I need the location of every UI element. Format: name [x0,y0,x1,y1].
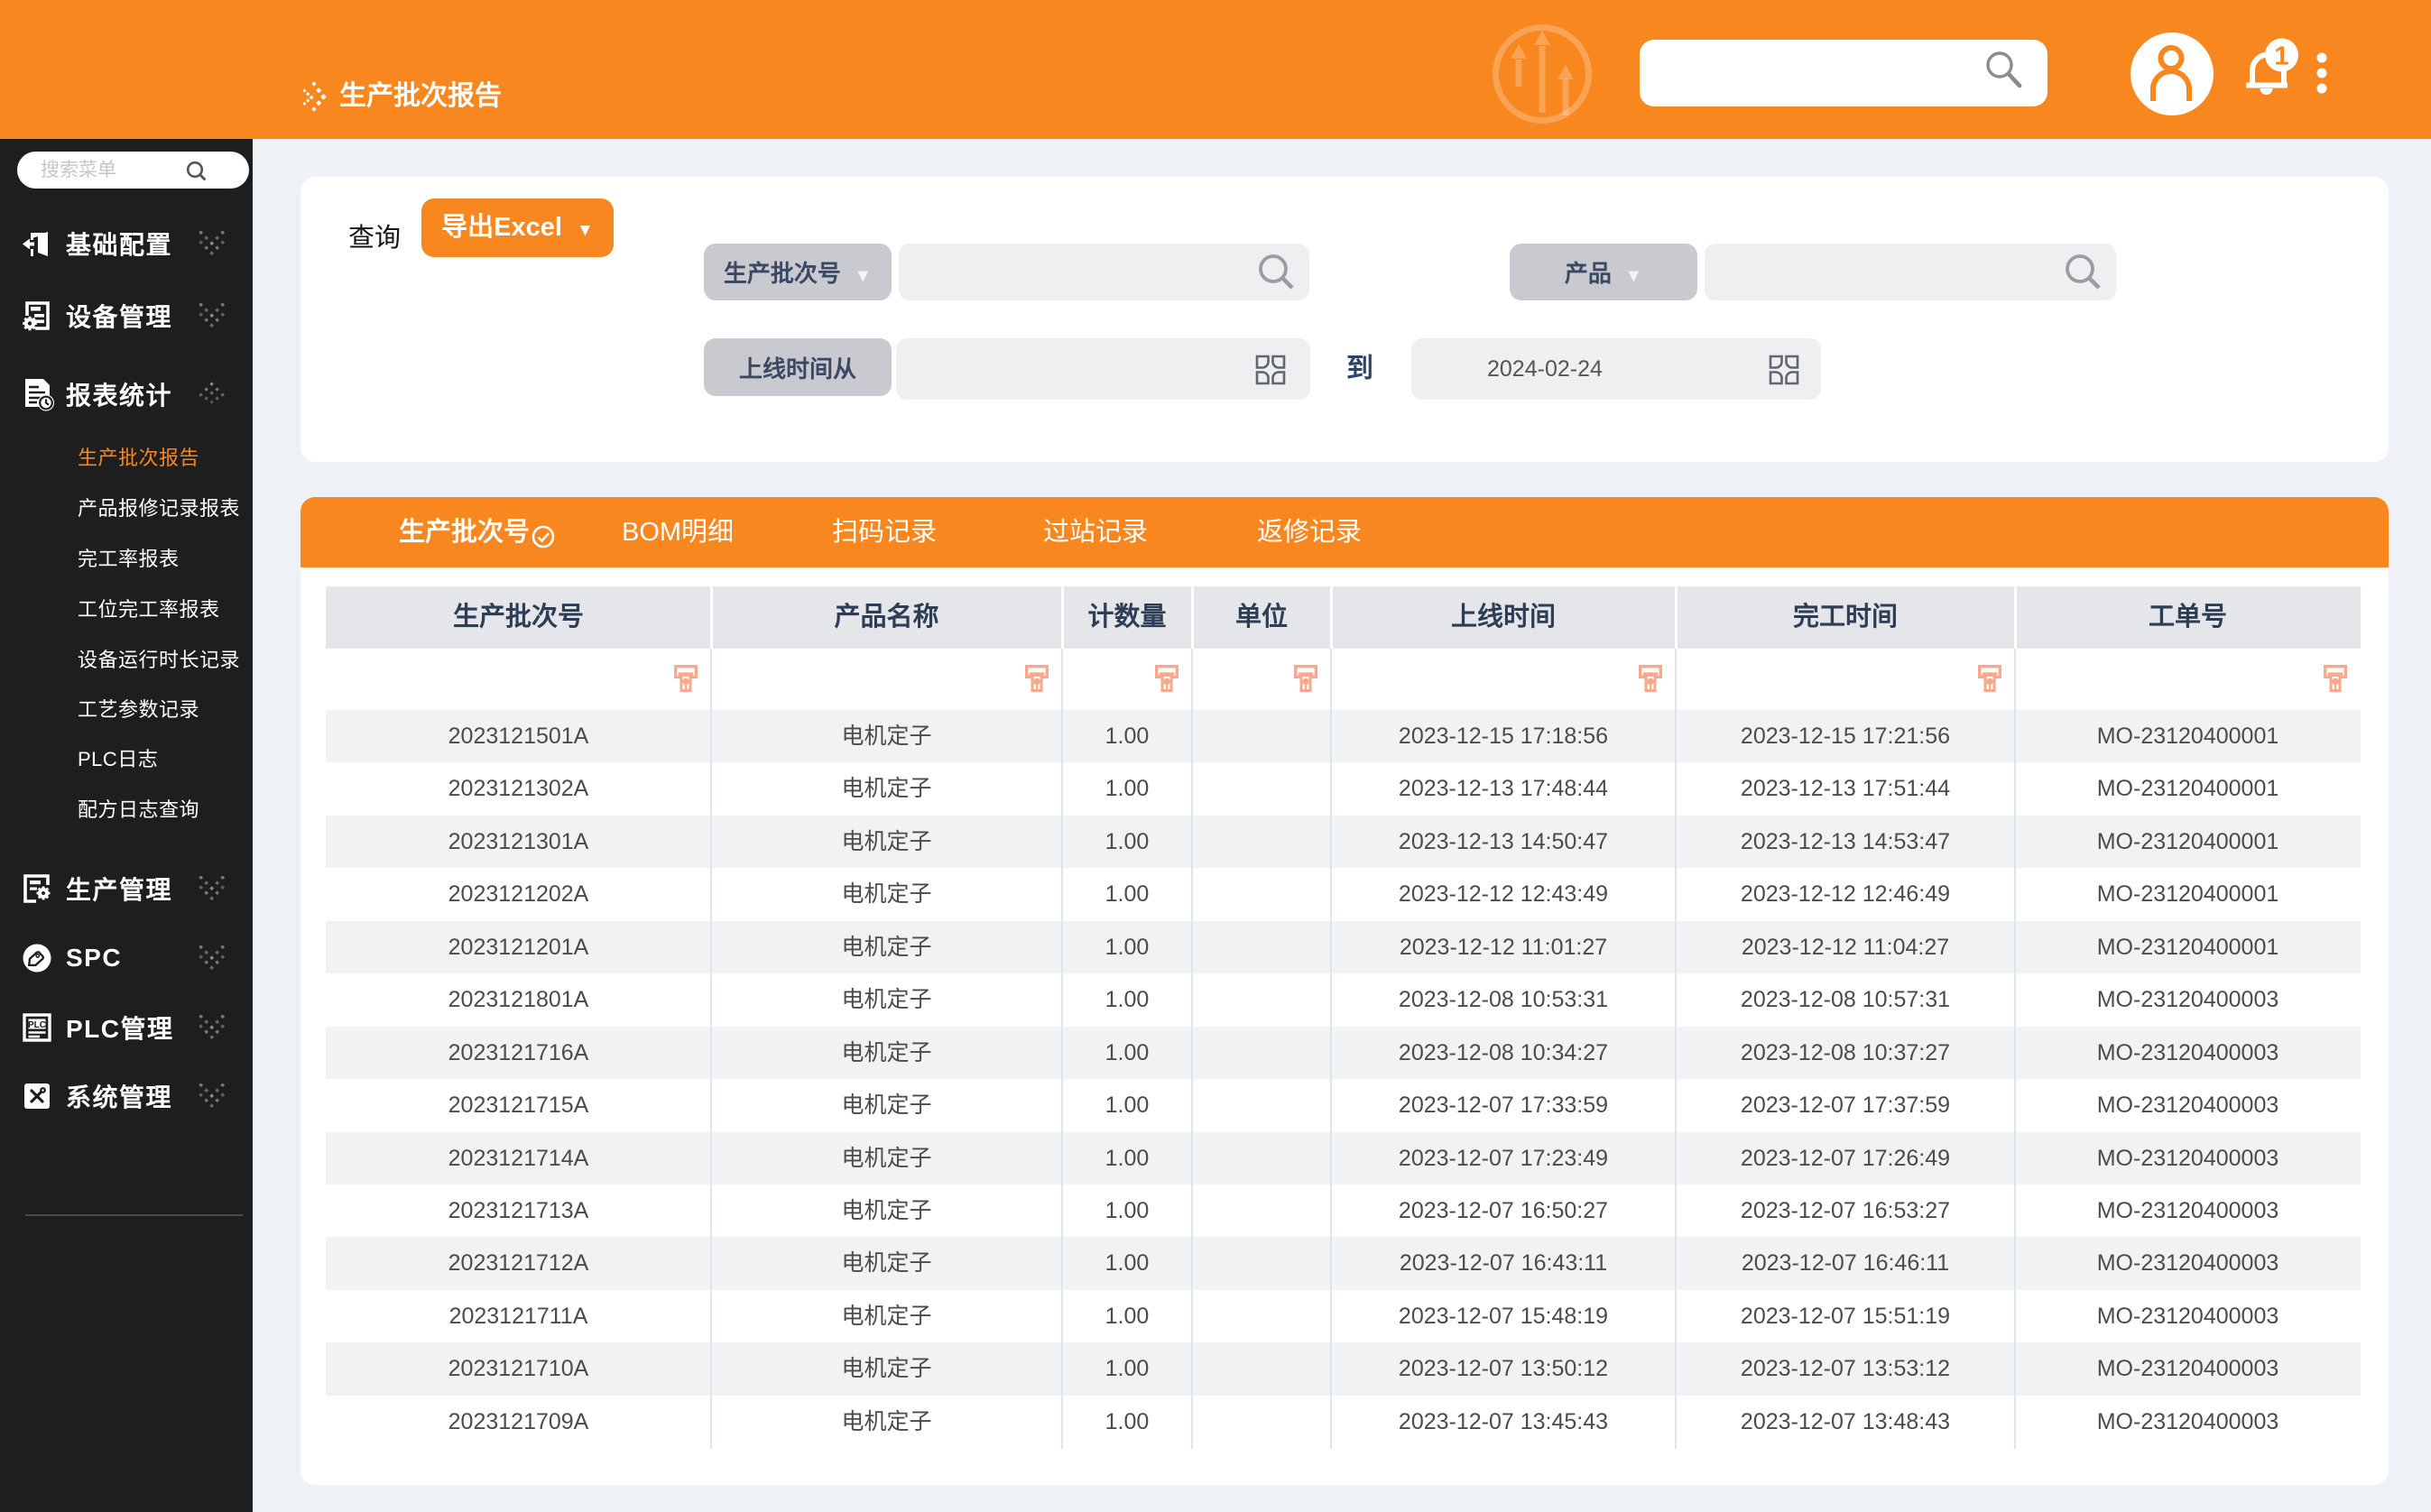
svg-text:PLC: PLC [28,1020,46,1030]
svg-text:1: 1 [2274,42,2288,71]
